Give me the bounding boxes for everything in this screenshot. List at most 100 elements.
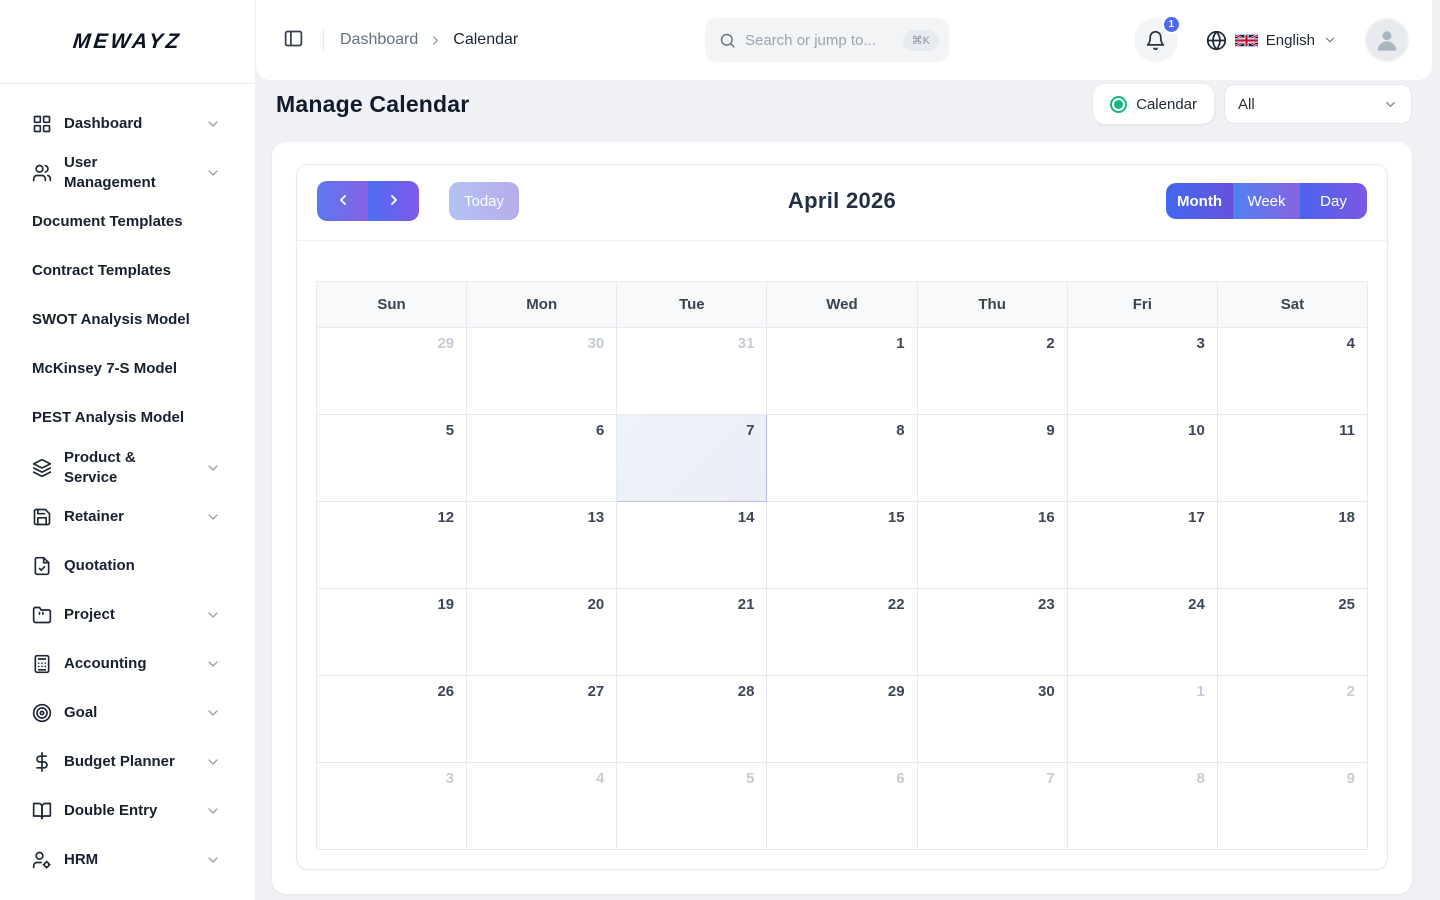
sidebar-item-label: Project bbox=[64, 605, 115, 625]
language-selector[interactable]: English bbox=[1206, 30, 1337, 51]
calendar-day-cell[interactable]: 10 bbox=[1067, 415, 1217, 502]
calendar-day-cell[interactable]: 14 bbox=[617, 502, 767, 589]
user-cog-icon bbox=[32, 850, 52, 870]
calendar-day-cell[interactable]: 7 bbox=[917, 763, 1067, 850]
sidebar-item-contract-templates[interactable]: Contract Templates bbox=[32, 252, 221, 292]
calendar-day-cell[interactable]: 26 bbox=[317, 676, 467, 763]
sidebar-item-label: Quotation bbox=[64, 556, 135, 576]
sidebar-item-project[interactable]: Project bbox=[32, 595, 221, 635]
calendar-day-cell[interactable]: 4 bbox=[1217, 328, 1367, 415]
calendar-day-cell[interactable]: 2 bbox=[917, 328, 1067, 415]
calendar-toggle-pill[interactable]: Calendar bbox=[1093, 84, 1214, 124]
calendar-day-cell[interactable]: 17 bbox=[1067, 502, 1217, 589]
calendar-day-cell[interactable]: 31 bbox=[617, 328, 767, 415]
grid-icon bbox=[32, 114, 52, 134]
calendar-grid-wrap: SunMonTueWedThuFriSat 293031123456789101… bbox=[297, 241, 1387, 869]
next-month-button[interactable] bbox=[368, 181, 419, 221]
calendar-day-cell[interactable]: 6 bbox=[767, 763, 917, 850]
notifications-button[interactable]: 1 bbox=[1134, 18, 1178, 62]
calendar-day-cell[interactable]: 20 bbox=[467, 589, 617, 676]
calendar-day-cell[interactable]: 6 bbox=[467, 415, 617, 502]
prev-month-button[interactable] bbox=[317, 181, 368, 221]
global-search[interactable]: ⌘K bbox=[705, 18, 949, 62]
layers-icon bbox=[32, 458, 52, 478]
calendar-day-cell[interactable]: 2 bbox=[1217, 676, 1367, 763]
calendar-day-cell[interactable]: 30 bbox=[467, 328, 617, 415]
user-avatar[interactable] bbox=[1365, 18, 1409, 62]
sidebar-item-user-management[interactable]: User Management bbox=[32, 153, 221, 194]
calendar-day-cell[interactable]: 15 bbox=[767, 502, 917, 589]
calendar-day-cell[interactable]: 1 bbox=[1067, 676, 1217, 763]
sidebar-item-double-entry[interactable]: Double Entry bbox=[32, 791, 221, 831]
sidebar-item-label: Dashboard bbox=[64, 114, 142, 134]
sidebar-item-document-templates[interactable]: Document Templates bbox=[32, 203, 221, 243]
view-week-button[interactable]: Week bbox=[1233, 183, 1300, 219]
calendar-day-cell[interactable]: 23 bbox=[917, 589, 1067, 676]
calendar-week-row: 567891011 bbox=[317, 415, 1368, 502]
search-icon bbox=[719, 32, 736, 49]
sidebar-item-mckinsey-7-s-model[interactable]: McKinsey 7-S Model bbox=[32, 350, 221, 390]
calendar-day-cell[interactable]: 3 bbox=[1067, 328, 1217, 415]
calendar-nav-group bbox=[317, 181, 419, 221]
calendar-day-cell[interactable]: 9 bbox=[917, 415, 1067, 502]
calendar-day-cell[interactable]: 8 bbox=[767, 415, 917, 502]
sidebar-item-quotation[interactable]: Quotation bbox=[32, 546, 221, 586]
weekday-header-thu: Thu bbox=[917, 282, 1067, 328]
chevron-down-icon bbox=[205, 754, 221, 770]
calendar-day-cell[interactable]: 12 bbox=[317, 502, 467, 589]
calendar-day-cell[interactable]: 19 bbox=[317, 589, 467, 676]
calendar-day-cell[interactable]: 5 bbox=[617, 763, 767, 850]
filter-dropdown[interactable]: All bbox=[1224, 84, 1412, 124]
search-input[interactable] bbox=[745, 32, 903, 49]
calendar-day-cell[interactable]: 24 bbox=[1067, 589, 1217, 676]
sidebar-item-swot-analysis-model[interactable]: SWOT Analysis Model bbox=[32, 301, 221, 341]
calendar-day-cell[interactable]: 5 bbox=[317, 415, 467, 502]
calendar-day-cell[interactable]: 29 bbox=[767, 676, 917, 763]
calendar-day-cell[interactable]: 22 bbox=[767, 589, 917, 676]
calendar-day-cell[interactable]: 8 bbox=[1067, 763, 1217, 850]
sidebar-toggle-icon[interactable] bbox=[283, 28, 307, 52]
breadcrumb-dashboard[interactable]: Dashboard bbox=[340, 31, 418, 49]
calendar-day-cell[interactable]: 18 bbox=[1217, 502, 1367, 589]
calendar-day-cell[interactable]: 11 bbox=[1217, 415, 1367, 502]
calendar-day-cell[interactable]: 27 bbox=[467, 676, 617, 763]
page-header-actions: Calendar All bbox=[1093, 84, 1412, 124]
sidebar-item-budget-planner[interactable]: Budget Planner bbox=[32, 742, 221, 782]
calendar-day-cell[interactable]: 13 bbox=[467, 502, 617, 589]
calendar-day-cell[interactable]: 16 bbox=[917, 502, 1067, 589]
calendar-day-cell[interactable]: 3 bbox=[317, 763, 467, 850]
calendar-day-cell[interactable]: 28 bbox=[617, 676, 767, 763]
save-icon bbox=[32, 507, 52, 527]
sidebar-item-label: Retainer bbox=[64, 507, 124, 527]
today-button[interactable]: Today bbox=[449, 182, 519, 220]
sidebar-item-accounting[interactable]: Accounting bbox=[32, 644, 221, 684]
topbar-right: 1 English bbox=[1134, 0, 1409, 80]
book-open-icon bbox=[32, 801, 52, 821]
topbar: Dashboard Calendar ⌘K 1 bbox=[256, 0, 1432, 80]
sidebar-item-goal[interactable]: Goal bbox=[32, 693, 221, 733]
chevron-down-icon bbox=[205, 607, 221, 623]
calendar-day-cell[interactable]: 30 bbox=[917, 676, 1067, 763]
sidebar-item-hrm[interactable]: HRM bbox=[32, 840, 221, 880]
chevron-right-icon bbox=[428, 33, 443, 48]
brand-logo-wrap: MEWAYZ bbox=[0, 0, 255, 84]
calendar-day-cell[interactable]: 21 bbox=[617, 589, 767, 676]
sidebar-item-product-service[interactable]: Product & Service bbox=[32, 448, 221, 489]
view-day-button[interactable]: Day bbox=[1300, 183, 1367, 219]
sidebar-item-pest-analysis-model[interactable]: PEST Analysis Model bbox=[32, 399, 221, 439]
sidebar-item-retainer[interactable]: Retainer bbox=[32, 497, 221, 537]
calendar-day-cell-today[interactable]: 7 bbox=[617, 415, 767, 502]
calendar-day-cell[interactable]: 29 bbox=[317, 328, 467, 415]
calendar-day-cell[interactable]: 4 bbox=[467, 763, 617, 850]
users-icon bbox=[32, 163, 52, 183]
calendar-day-cell[interactable]: 9 bbox=[1217, 763, 1367, 850]
sidebar-item-label: Product & Service bbox=[64, 448, 193, 489]
view-month-button[interactable]: Month bbox=[1166, 183, 1233, 219]
sidebar-item-label: HRM bbox=[64, 850, 98, 870]
calendar-day-cell[interactable]: 1 bbox=[767, 328, 917, 415]
sidebar-item-dashboard[interactable]: Dashboard bbox=[32, 104, 221, 144]
sidebar-item-label: User Management bbox=[64, 153, 193, 194]
sidebar-item-label: Goal bbox=[64, 703, 97, 723]
sidebar-item-label: Double Entry bbox=[64, 801, 157, 821]
calendar-day-cell[interactable]: 25 bbox=[1217, 589, 1367, 676]
